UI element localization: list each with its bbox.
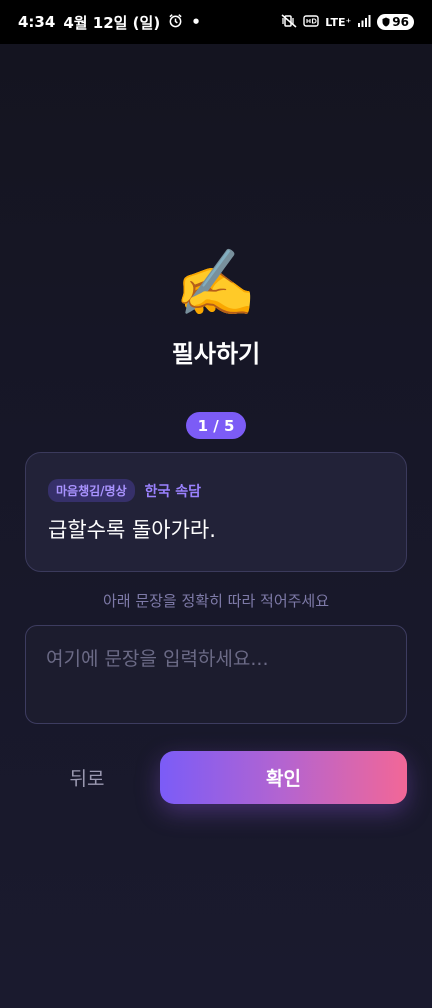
battery-indicator: 96 xyxy=(377,14,414,30)
status-bar: 4:34 4월 12일 (일) • LTE⁺ 96 xyxy=(0,0,432,44)
status-right: LTE⁺ 96 xyxy=(281,13,414,31)
instruction-text: 아래 문장을 정확히 따라 적어주세요 xyxy=(102,592,330,610)
confirm-button[interactable]: 확인 xyxy=(160,751,407,804)
hd-voice-icon xyxy=(303,14,319,31)
progress-badge: 1 / 5 xyxy=(186,412,246,439)
vibrate-mute-icon xyxy=(281,13,297,31)
transcription-input[interactable] xyxy=(25,625,407,724)
battery-saver-icon xyxy=(382,17,390,27)
status-date: 4월 12일 (일) xyxy=(63,13,161,32)
quote-text: 급할수록 돌아가라. xyxy=(48,518,216,542)
status-time: 4:34 xyxy=(18,13,56,31)
signal-icon xyxy=(357,14,371,30)
quote-card: 마음챙김/명상 한국 속담 급할수록 돌아가라. xyxy=(25,452,407,572)
alarm-icon xyxy=(168,13,183,32)
writing-hand-icon: ✍️ xyxy=(174,245,258,322)
battery-level: 96 xyxy=(392,15,409,29)
back-button[interactable]: 뒤로 xyxy=(25,751,149,804)
network-type: LTE⁺ xyxy=(325,15,352,29)
notification-dot: • xyxy=(191,13,201,31)
status-left: 4:34 4월 12일 (일) • xyxy=(18,12,201,33)
source-tag: 한국 속담 xyxy=(144,483,202,500)
category-tag: 마음챙김/명상 xyxy=(48,479,135,502)
card-tags: 마음챙김/명상 한국 속담 xyxy=(48,479,384,502)
page-title: 필사하기 xyxy=(171,340,261,368)
